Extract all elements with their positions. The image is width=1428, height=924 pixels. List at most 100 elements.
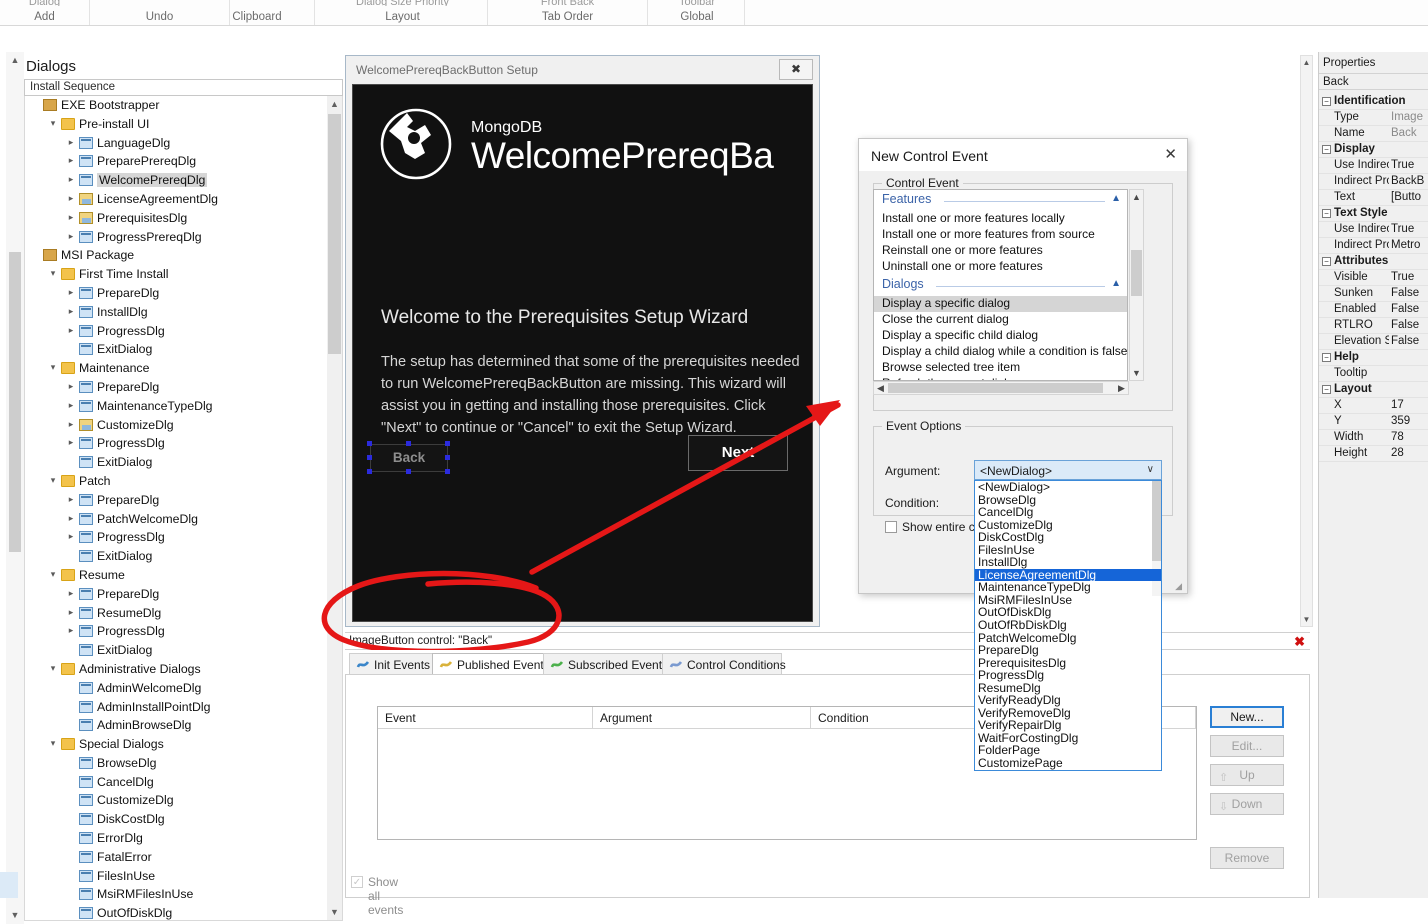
collapse-icon[interactable]: ▾ (47, 362, 59, 373)
expand-icon[interactable]: ▸ (65, 494, 77, 505)
property-value[interactable]: [Butto (1391, 191, 1428, 203)
ce-scrollbar-thumb[interactable] (1131, 250, 1142, 296)
tree-item[interactable]: ▸ProgressPrereqDlg (25, 228, 325, 247)
tree-item[interactable]: ▸ProgressDlg (25, 622, 325, 641)
expand-icon[interactable]: ▸ (65, 325, 77, 336)
resize-handle-n[interactable] (406, 441, 411, 446)
property-row[interactable]: Elevation ShieFalse (1319, 334, 1428, 350)
preview-canvas[interactable]: MongoDB WelcomePrereqBa Welcome to the P… (352, 84, 813, 622)
argument-combobox[interactable]: <NewDialog> ∨ (974, 460, 1162, 480)
tree-item[interactable]: ExitDialog (25, 547, 325, 566)
property-row[interactable]: Height28 (1319, 446, 1428, 462)
event-list-item[interactable]: Browse selected tree item (874, 360, 1127, 376)
scrollbar-thumb[interactable] (9, 252, 21, 552)
property-group-row[interactable]: −Help (1319, 350, 1428, 366)
property-value[interactable]: True (1391, 223, 1428, 235)
expand-icon[interactable]: ▸ (65, 513, 77, 524)
collapse-icon[interactable]: ▾ (47, 118, 59, 129)
resize-handle-w[interactable] (367, 455, 372, 460)
event-list-item[interactable]: Install one or more features locally (874, 211, 1127, 227)
tree-item[interactable]: ▸CustomizeDlg (25, 416, 325, 435)
event-list-item[interactable]: Reinstall one or more features (874, 243, 1127, 259)
resize-handle-s[interactable] (406, 469, 411, 474)
collapse-icon[interactable]: − (1322, 97, 1331, 106)
property-value[interactable]: 28 (1391, 447, 1428, 459)
tree-item[interactable]: ErrorDlg (25, 829, 325, 848)
tree-item[interactable]: ▸ProgressDlg (25, 528, 325, 547)
tree-item[interactable]: MSI Package (25, 246, 325, 265)
grid-column-header[interactable]: Event (378, 707, 593, 729)
expand-icon[interactable]: ▸ (65, 607, 77, 618)
chevron-up-icon[interactable]: ▲ (1111, 193, 1121, 204)
tree-item[interactable]: ▸ProgressDlg (25, 322, 325, 341)
tab-published-events[interactable]: Published Events (432, 653, 544, 675)
close-icon[interactable]: ✖ (779, 59, 813, 80)
events-tabstrip[interactable]: Init EventsPublished EventsSubscribed Ev… (345, 653, 1310, 675)
preview-back-button[interactable]: Back (370, 444, 448, 472)
collapse-icon[interactable]: ▾ (47, 738, 59, 749)
expand-icon[interactable]: ▸ (65, 174, 77, 185)
tree-item[interactable]: ▾Pre-install UI (25, 115, 325, 134)
expand-icon[interactable]: ▸ (65, 588, 77, 599)
property-value[interactable]: Back (1391, 127, 1428, 139)
collapse-icon[interactable]: ▾ (47, 475, 59, 486)
property-group-row[interactable]: −Identification (1319, 94, 1428, 110)
tree-item[interactable]: FilesInUse (25, 867, 325, 886)
property-row[interactable]: Indirect PropeBackB (1319, 174, 1428, 190)
ce-scroll-down-icon[interactable]: ▼ (1130, 366, 1143, 380)
property-row[interactable]: Tooltip (1319, 366, 1428, 382)
resize-handle-nw[interactable] (367, 441, 372, 446)
ribbon-group-clipboard[interactable]: Clipboard (200, 0, 315, 25)
tree-item[interactable]: ▸WelcomePrereqDlg (25, 171, 325, 190)
tree-item[interactable]: AdminBrowseDlg (25, 716, 325, 735)
expand-icon[interactable]: ▸ (65, 231, 77, 242)
tree-item[interactable]: ▾Special Dialogs (25, 735, 325, 754)
outer-vertical-scrollbar[interactable]: ▲ ▼ (6, 52, 24, 924)
down-button[interactable]: ⇩Down (1210, 793, 1284, 815)
property-value[interactable]: False (1391, 287, 1428, 299)
close-icon[interactable]: ✖ (1294, 634, 1305, 650)
dialog-preview-pane[interactable]: WelcomePrereqBackButton Setup ✖ MongoDB … (345, 55, 820, 627)
tree-item[interactable]: ▸PrerequisitesDlg (25, 209, 325, 228)
collapse-icon[interactable]: − (1322, 145, 1331, 154)
property-row[interactable]: Use IndirectioTrue (1319, 222, 1428, 238)
event-list-section[interactable]: Dialogs▲ (874, 275, 1127, 296)
tab-subscribed-events[interactable]: Subscribed Events (543, 653, 663, 675)
tree-item[interactable]: OutOfDiskDlg (25, 904, 325, 921)
property-value[interactable]: True (1391, 159, 1428, 171)
tree-item[interactable]: MsiRMFilesInUse (25, 885, 325, 904)
center-scroll-down-icon[interactable]: ▼ (1301, 613, 1312, 626)
tree-item[interactable]: ▸PrepareDlg (25, 585, 325, 604)
tree-item[interactable]: ExitDialog (25, 641, 325, 660)
property-value[interactable]: Image (1391, 111, 1428, 123)
tree-scroll-up-icon[interactable]: ▲ (327, 96, 342, 113)
expand-icon[interactable]: ▸ (65, 287, 77, 298)
expand-icon[interactable]: ▸ (65, 306, 77, 317)
tree-item[interactable]: ▾Patch (25, 472, 325, 491)
tree-item[interactable]: ▸ResumeDlg (25, 604, 325, 623)
tree-item[interactable]: ▸PrepareDlg (25, 491, 325, 510)
tree-vertical-scrollbar[interactable]: ▲ ▼ (327, 96, 342, 921)
tree-item[interactable]: ▾Resume (25, 566, 325, 585)
property-value[interactable]: False (1391, 319, 1428, 331)
event-list-item[interactable]: Display a specific dialog (874, 296, 1127, 312)
property-value[interactable]: False (1391, 335, 1428, 347)
tree-item[interactable]: ▸PreparePrereqDlg (25, 152, 325, 171)
control-event-horizontal-scrollbar[interactable]: ◀ ▶ (873, 381, 1129, 395)
tree-item[interactable]: CustomizeDlg (25, 791, 325, 810)
property-row[interactable]: TypeImage (1319, 110, 1428, 126)
collapse-icon[interactable]: ▾ (47, 569, 59, 580)
event-list-item[interactable]: Install one or more features from source (874, 227, 1127, 243)
event-list-item[interactable]: Display a specific child dialog (874, 328, 1127, 344)
collapse-icon[interactable]: − (1322, 209, 1331, 218)
tree-item[interactable]: AdminWelcomeDlg (25, 679, 325, 698)
tree-item[interactable]: ▸InstallDlg (25, 303, 325, 322)
up-button[interactable]: ⇧Up (1210, 764, 1284, 786)
property-value[interactable]: BackB (1391, 175, 1428, 187)
expand-icon[interactable]: ▸ (65, 193, 77, 204)
control-event-vertical-scrollbar[interactable]: ▲ ▼ (1129, 189, 1144, 381)
property-row[interactable]: VisibleTrue (1319, 270, 1428, 286)
property-row[interactable]: NameBack (1319, 126, 1428, 142)
property-group-row[interactable]: −Display (1319, 142, 1428, 158)
ce-hscrollbar-thumb[interactable] (888, 383, 1103, 393)
